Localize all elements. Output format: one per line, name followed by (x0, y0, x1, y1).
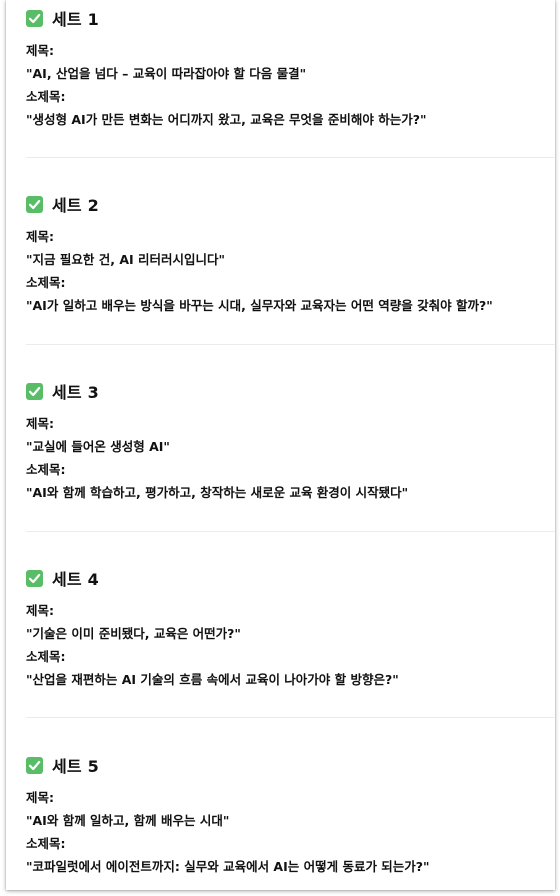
subtitle-label: 소제목: (26, 836, 66, 851)
divider (26, 717, 555, 718)
set-heading-text: 세트 4 (52, 570, 99, 589)
title-text: "AI와 함께 일하고, 함께 배우는 시대" (26, 813, 230, 828)
check-mark-icon (26, 569, 43, 587)
divider (26, 344, 555, 345)
title-text: "지금 필요한 건, AI 리터러시입니다" (26, 252, 226, 267)
subtitle-text: "AI가 일하고 배우는 방식을 바꾸는 시대, 실무자와 교육자는 어떤 역량… (26, 298, 493, 313)
title-label: 제목: (26, 603, 54, 618)
document-card: 세트 1 제목: "AI, 산업을 넘다 – 교육이 따라잡아야 할 다음 물결… (6, 0, 555, 890)
set-heading-text: 세트 3 (52, 383, 99, 402)
subtitle-label: 소제목: (26, 89, 66, 104)
set-heading: 세트 4 (26, 566, 546, 590)
set-heading: 세트 1 (26, 6, 546, 30)
subtitle-text: "AI와 함께 학습하고, 평가하고, 창작하는 새로운 교육 환경이 시작됐다… (26, 485, 409, 500)
divider (26, 531, 555, 532)
set-section-4: 세트 4 제목: "기술은 이미 준비됐다, 교육은 어떤가?" 소제목: "산… (26, 566, 546, 691)
subtitle-label: 소제목: (26, 462, 66, 477)
title-label: 제목: (26, 43, 54, 58)
set-section-2: 세트 2 제목: "지금 필요한 건, AI 리터러시입니다" 소제목: "AI… (26, 192, 546, 317)
title-text: "AI, 산업을 넘다 – 교육이 따라잡아야 할 다음 물결" (26, 66, 307, 81)
set-heading-text: 세트 2 (52, 196, 99, 215)
subtitle-text: "산업을 재편하는 AI 기술의 흐름 속에서 교육이 나아가야 할 방향은?" (26, 672, 399, 687)
set-section-1: 세트 1 제목: "AI, 산업을 넘다 – 교육이 따라잡아야 할 다음 물결… (26, 6, 546, 131)
check-mark-icon (26, 195, 43, 213)
title-label: 제목: (26, 790, 54, 805)
set-heading-text: 세트 1 (52, 10, 99, 29)
set-section-3: 세트 3 제목: "교실에 들어온 생성형 AI" 소제목: "AI와 함께 학… (26, 379, 546, 504)
subtitle-text: "코파일럿에서 에이전트까지: 실무와 교육에서 AI는 어떻게 동료가 되는가… (26, 859, 430, 874)
subtitle-label: 소제목: (26, 649, 66, 664)
divider (26, 157, 555, 158)
subtitle-label: 소제목: (26, 275, 66, 290)
set-heading: 세트 5 (26, 753, 546, 777)
title-label: 제목: (26, 229, 54, 244)
set-heading-text: 세트 5 (52, 757, 99, 776)
check-mark-icon (26, 382, 43, 400)
title-text: "기술은 이미 준비됐다, 교육은 어떤가?" (26, 626, 241, 641)
subtitle-text: "생성형 AI가 만든 변화는 어디까지 왔고, 교육은 무엇을 준비해야 하는… (26, 112, 427, 127)
set-heading: 세트 3 (26, 379, 546, 403)
set-heading: 세트 2 (26, 192, 546, 216)
set-section-5: 세트 5 제목: "AI와 함께 일하고, 함께 배우는 시대" 소제목: "코… (26, 753, 546, 878)
check-mark-icon (26, 9, 43, 27)
title-label: 제목: (26, 416, 54, 431)
title-text: "교실에 들어온 생성형 AI" (26, 439, 170, 454)
check-mark-icon (26, 756, 43, 774)
